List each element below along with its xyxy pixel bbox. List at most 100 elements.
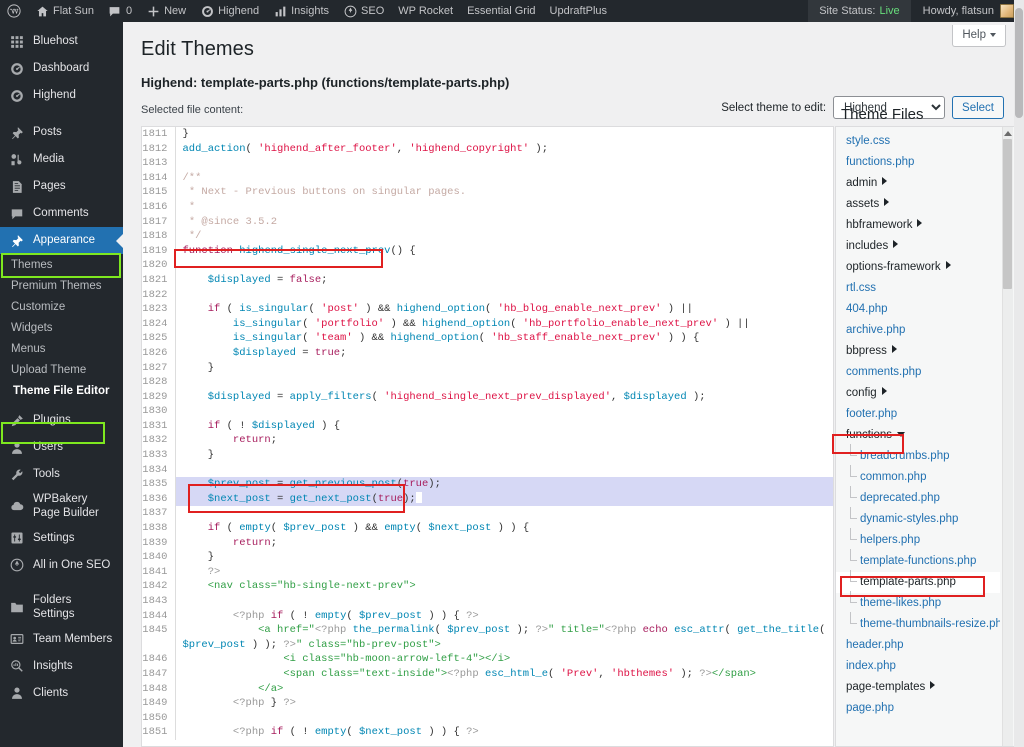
sidebar-item-posts[interactable]: Posts: [0, 119, 123, 146]
theme-folder-item[interactable]: bbpress: [836, 341, 1016, 362]
howdy-account-menu[interactable]: Howdy, flatsun: [910, 0, 1024, 22]
sidebar-item-highend[interactable]: Highend: [0, 82, 123, 109]
code-line-content[interactable]: <?php if ( ! empty( $next_post ) ) { ?>: [175, 725, 833, 740]
theme-folder-item[interactable]: page-templates: [836, 677, 1016, 698]
chevron-right-icon[interactable]: [893, 240, 899, 248]
code-line[interactable]: 1840 }: [142, 550, 833, 565]
theme-files-list[interactable]: style.css functions.php admin assets hbframe…: [835, 126, 1017, 747]
code-line[interactable]: 1813: [142, 156, 833, 171]
code-line[interactable]: 1829 $displayed = apply_filters( 'highen…: [142, 389, 833, 405]
code-line[interactable]: 1825 is_singular( 'team' ) && highend_op…: [142, 331, 833, 346]
code-line[interactable]: 1844 <?php if ( ! empty( $prev_post ) ) …: [142, 608, 833, 624]
chevron-right-icon[interactable]: [884, 198, 890, 206]
sidebar-item-users[interactable]: Users: [0, 434, 123, 461]
wordpress-logo-menu[interactable]: [0, 0, 28, 22]
sidebar-item-pages[interactable]: Pages: [0, 173, 123, 200]
theme-file-item[interactable]: template-parts.php: [836, 570, 1016, 593]
sidebar-item-tools[interactable]: Tools: [0, 461, 123, 488]
help-toggle-button[interactable]: Help: [952, 25, 1006, 47]
sidebar-item-customize[interactable]: Customize: [0, 296, 123, 317]
comments-menu[interactable]: 0: [101, 0, 139, 22]
code-line-content[interactable]: $prev_post = get_previous_post(true);: [175, 477, 833, 492]
code-line-content[interactable]: /**: [175, 171, 833, 186]
code-line-content[interactable]: if ( is_singular( 'post' ) && highend_op…: [175, 302, 833, 317]
theme-folder-item[interactable]: assets: [836, 194, 1016, 215]
code-line-content[interactable]: }: [175, 448, 833, 463]
theme-file-item[interactable]: header.php: [836, 635, 1016, 656]
code-line-content[interactable]: *: [175, 200, 833, 215]
code-line[interactable]: 1827 }: [142, 360, 833, 376]
code-line-content[interactable]: [175, 711, 833, 726]
sidebar-item-settings[interactable]: Settings: [0, 525, 123, 552]
code-editor[interactable]: 1811} 1812 add_action( 'highend_after_foot…: [141, 126, 834, 747]
code-line[interactable]: 1820: [142, 258, 833, 273]
theme-folder-item[interactable]: functions: [836, 425, 1016, 446]
code-line[interactable]: 1834: [142, 462, 833, 478]
code-line-content[interactable]: <?php } ?>: [175, 696, 833, 711]
sidebar-item-dashboard[interactable]: Dashboard: [0, 55, 123, 82]
sidebar-item-folders-settings[interactable]: Folders Settings: [0, 589, 123, 626]
chevron-right-icon[interactable]: [945, 261, 951, 269]
code-line[interactable]: 1836 $next_post = get_next_post(true);: [142, 491, 833, 507]
code-line-content[interactable]: * Next - Previous buttons on singular pa…: [175, 185, 833, 200]
theme-file-item[interactable]: theme-thumbnails-resize.php: [836, 612, 1016, 635]
theme-file-item[interactable]: template-functions.php: [836, 549, 1016, 572]
code-line-content[interactable]: [175, 404, 833, 419]
code-line-content[interactable]: $next_post = get_next_post(true);: [175, 491, 833, 507]
code-editor-scroll-area[interactable]: 1811} 1812 add_action( 'highend_after_foot…: [142, 127, 833, 746]
code-line-content[interactable]: }: [175, 550, 833, 565]
code-line-content[interactable]: </a>: [175, 682, 833, 697]
code-line[interactable]: 1833 }: [142, 448, 833, 463]
theme-file-item[interactable]: theme-likes.php: [836, 591, 1016, 614]
theme-file-item[interactable]: index.php: [836, 656, 1016, 677]
theme-file-item[interactable]: 404.php: [836, 299, 1016, 320]
theme-file-item[interactable]: common.php: [836, 465, 1016, 488]
code-line[interactable]: 1824 is_singular( 'portfolio' ) && highe…: [142, 316, 833, 332]
sidebar-item-widgets[interactable]: Widgets: [0, 317, 123, 338]
theme-file-item[interactable]: archive.php: [836, 320, 1016, 341]
chevron-right-icon[interactable]: [882, 177, 888, 185]
code-line[interactable]: 1837: [142, 506, 833, 522]
theme-file-item[interactable]: dynamic-styles.php: [836, 507, 1016, 530]
sidebar-item-bluehost[interactable]: Bluehost: [0, 28, 123, 55]
page-vertical-scrollbar[interactable]: [1014, 0, 1024, 747]
scroll-up-arrow-icon[interactable]: [1002, 128, 1013, 139]
code-line-content[interactable]: $displayed = apply_filters( 'highend_sin…: [175, 390, 833, 405]
code-line[interactable]: 1819 function highend_single_next_prev() …: [142, 243, 833, 259]
theme-folder-item[interactable]: includes: [836, 236, 1016, 257]
theme-file-item[interactable]: rtl.css: [836, 278, 1016, 299]
code-line-content[interactable]: add_action( 'highend_after_footer', 'hig…: [175, 142, 833, 157]
code-line-content[interactable]: [175, 506, 833, 521]
code-line-content[interactable]: [175, 258, 833, 273]
sidebar-item-wpbakery-page-builder[interactable]: WPBakery Page Builder: [0, 488, 123, 525]
insights-menu[interactable]: Insights: [266, 0, 336, 22]
code-line[interactable]: 1831 if ( ! $displayed ) {: [142, 418, 833, 434]
code-line[interactable]: 1849 <?php } ?>: [142, 696, 833, 711]
chevron-right-icon[interactable]: [881, 387, 887, 395]
theme-file-item[interactable]: breadcrumbs.php: [836, 444, 1016, 467]
sidebar-item-themes[interactable]: Themes: [0, 254, 123, 275]
code-line[interactable]: 1850: [142, 710, 833, 726]
theme-folder-item[interactable]: admin: [836, 173, 1016, 194]
code-line-content[interactable]: <?php if ( ! empty( $prev_post ) ) { ?>: [175, 609, 833, 624]
site-name-menu[interactable]: Flat Sun: [28, 0, 101, 22]
sidebar-item-plugins[interactable]: Plugins: [0, 407, 123, 434]
code-line-content[interactable]: return;: [175, 433, 833, 448]
chevron-right-icon[interactable]: [917, 219, 923, 227]
sidebar-item-menus[interactable]: Menus: [0, 338, 123, 359]
theme-files-vertical-scrollbar[interactable]: [1000, 127, 1015, 746]
theme-folder-item[interactable]: config: [836, 383, 1016, 404]
sidebar-item-appearance[interactable]: Appearance: [0, 227, 123, 254]
highend-menu[interactable]: Highend: [193, 0, 266, 22]
new-content-menu[interactable]: New: [139, 0, 193, 22]
sidebar-item-upload-theme[interactable]: Upload Theme: [0, 359, 123, 380]
code-line[interactable]: 1832 return;: [142, 433, 833, 449]
code-line-content[interactable]: is_singular( 'team' ) && highend_option(…: [175, 331, 833, 346]
code-line-content[interactable]: <span class="text-inside"><?php esc_html…: [175, 667, 833, 682]
sidebar-item-media[interactable]: Media: [0, 146, 123, 173]
page-scroll-thumb[interactable]: [1015, 8, 1023, 118]
essential-grid-menu[interactable]: Essential Grid: [460, 0, 542, 22]
code-line-content[interactable]: <a href="<?php the_permalink( $prev_post…: [175, 623, 833, 652]
code-line[interactable]: 1839 return;: [142, 535, 833, 551]
updraftplus-menu[interactable]: UpdraftPlus: [543, 0, 614, 22]
